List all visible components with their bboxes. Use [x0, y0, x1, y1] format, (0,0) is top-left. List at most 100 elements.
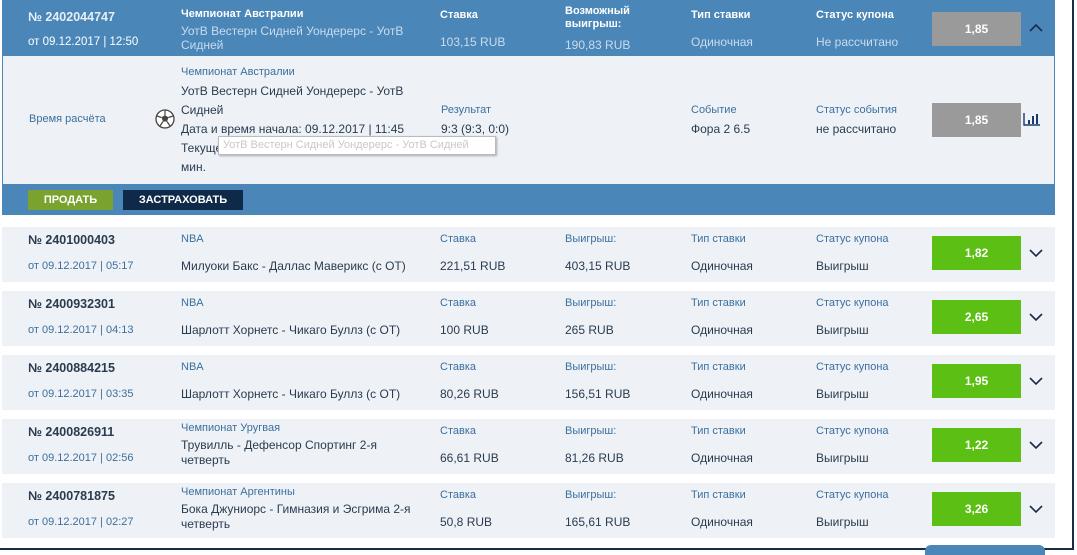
league: Чемпионат Австралии [181, 8, 304, 20]
type-label: Тип ставки [691, 297, 746, 309]
type-value: Одиночная [691, 259, 753, 273]
coupon-header-active[interactable]: № 2402044747 от 09.12.2017 | 12:50 Чемпи… [2, 0, 1055, 56]
odds-badge: 1,22 [932, 428, 1021, 462]
start-time: Дата и время начала: 09.12.2017 | 11:45 [181, 122, 405, 136]
status-label: Статус купона [816, 425, 889, 437]
stake-label: Ставка [440, 361, 476, 373]
win-value: 265 RUB [565, 323, 614, 337]
league: Чемпионат Аргентины [181, 486, 295, 498]
event-line2: Сидней [181, 38, 224, 52]
type-value: Одиночная [691, 451, 753, 465]
odds-badge: 1,95 [932, 364, 1021, 398]
sell-button[interactable]: ПРОДАТЬ [28, 190, 113, 210]
status-label: Статус купона [816, 9, 894, 21]
league: Чемпионат Уругвая [181, 422, 281, 434]
odds-badge: 1,82 [932, 236, 1021, 270]
chevron-down-icon[interactable] [1028, 309, 1044, 325]
chevron-down-icon[interactable] [1028, 501, 1044, 517]
coupon-row[interactable]: № 2400781875 от 09.12.2017 | 02:27 Чемпи… [2, 483, 1055, 538]
stake-value: 100 RUB [440, 323, 489, 337]
calc-time-label: Время расчёта [29, 113, 106, 125]
stake-label: Ставка [440, 489, 476, 501]
detail-odds-badge: 1,85 [932, 103, 1021, 137]
chevron-up-icon[interactable] [1028, 20, 1044, 36]
type-value: Одиночная [691, 35, 753, 49]
coupon-number: № 2400781875 [28, 489, 115, 503]
event-value: Фора 2 6.5 [691, 122, 751, 136]
event-tooltip: УотВ Вестерн Сидней Уондерерс - УотВ Сид… [218, 136, 496, 155]
odds-badge: 3,26 [932, 492, 1021, 526]
win-value: 81,26 RUB [565, 451, 624, 465]
chevron-down-icon[interactable] [1028, 373, 1044, 389]
type-value: Одиночная [691, 387, 753, 401]
event-line1: Шарлотт Хорнетс - Чикаго Буллз (с ОТ) [181, 323, 401, 337]
type-value: Одиночная [691, 515, 753, 529]
detail-event-line1: УотВ Вестерн Сидней Уондерерс - УотВ [181, 84, 404, 98]
coupon-number: № 2400884215 [28, 361, 115, 375]
event-line1: Бока Джуниорс - Гимназия и Эсгрима 2-я [181, 502, 411, 516]
coupon-date: от 09.12.2017 | 02:27 [28, 516, 134, 528]
event-line2: четверть [181, 517, 231, 531]
win-label: Выигрыш: [565, 425, 617, 437]
event-line1: Трувилль - Дефенсор Спортинг 2-я [181, 438, 377, 452]
stake-value: 80,26 RUB [440, 387, 499, 401]
type-label: Тип ставки [691, 489, 746, 501]
win-value: 190,83 RUB [565, 38, 631, 52]
status-label: Статус купона [816, 297, 889, 309]
event-status-value: не рассчитано [816, 122, 897, 136]
statistics-icon[interactable] [1023, 112, 1041, 126]
type-label: Тип ставки [691, 9, 751, 21]
win-label-2: выигрыш: [565, 18, 622, 30]
status-value: Выигрыш [816, 259, 869, 273]
stake-label: Ставка [440, 9, 478, 21]
chevron-down-icon[interactable] [1028, 245, 1044, 261]
insure-button[interactable]: ЗАСТРАХОВАТЬ [123, 190, 243, 210]
coupon-number: № 2401000403 [28, 233, 115, 247]
chevron-down-icon[interactable] [1028, 437, 1044, 453]
result-value: 9:3 (9:3, 0:0) [441, 122, 510, 136]
stake-value: 66,61 RUB [440, 451, 499, 465]
stake-value: 50,8 RUB [440, 515, 493, 529]
coupon-date: от 09.12.2017 | 03:35 [28, 388, 134, 400]
league: NBA [181, 361, 204, 373]
type-label: Тип ставки [691, 233, 746, 245]
coupon-date: от 09.12.2017 | 02:56 [28, 452, 134, 464]
type-label: Тип ставки [691, 425, 746, 437]
win-value: 165,61 RUB [565, 515, 631, 529]
load-more-button[interactable] [925, 545, 1045, 555]
detail-league: Чемпионат Австралии [181, 66, 295, 78]
odds-badge: 2,65 [932, 300, 1021, 334]
odds-badge: 1,85 [932, 12, 1021, 46]
event-status-label: Статус события [816, 104, 897, 116]
win-value: 156,51 RUB [565, 387, 631, 401]
status-label: Статус купона [816, 361, 889, 373]
type-label: Тип ставки [691, 361, 746, 373]
coupon-date: от 09.12.2017 | 05:17 [28, 260, 134, 272]
window-border [1072, 0, 1074, 550]
coupon-actions: ПРОДАТЬ ЗАСТРАХОВАТЬ [2, 184, 1055, 215]
coupon-date: от 09.12.2017 | 12:50 [28, 36, 139, 48]
coupon-number: № 2400932301 [28, 297, 115, 311]
stake-label: Ставка [440, 297, 476, 309]
stake-value: 103,15 RUB [440, 35, 506, 49]
event-line1: Шарлотт Хорнетс - Чикаго Буллз (с ОТ) [181, 387, 401, 401]
win-label: Выигрыш: [565, 233, 617, 245]
event-line1: Милуоки Бакс - Даллас Маверикс (с ОТ) [181, 259, 406, 273]
coupon-row[interactable]: № 2400884215 от 09.12.2017 | 03:35 NBA Ш… [2, 355, 1055, 410]
status-value: Выигрыш [816, 451, 869, 465]
status-label: Статус купона [816, 233, 889, 245]
event-line2: четверть [181, 453, 231, 467]
coupon-row[interactable]: № 2400826911 от 09.12.2017 | 02:56 Чемпи… [2, 419, 1055, 474]
win-label: Выигрыш: [565, 489, 617, 501]
coupon-row[interactable]: № 2400932301 от 09.12.2017 | 04:13 NBA Ш… [2, 291, 1055, 346]
type-value: Одиночная [691, 323, 753, 337]
event-line1: УотВ Вестерн Сидней Уондерерс - УотВ [181, 24, 404, 38]
win-label: Возможный [565, 5, 630, 17]
status-value: Не рассчитано [816, 35, 899, 49]
current-state-2: мин. [181, 160, 206, 174]
stake-label: Ставка [440, 233, 476, 245]
status-label: Статус купона [816, 489, 889, 501]
coupon-row[interactable]: № 2401000403 от 09.12.2017 | 05:17 NBA М… [2, 227, 1055, 282]
stake-value: 221,51 RUB [440, 259, 506, 273]
coupon-details: Время расчёта Чемпионат Австралии УотВ В… [2, 56, 1055, 184]
